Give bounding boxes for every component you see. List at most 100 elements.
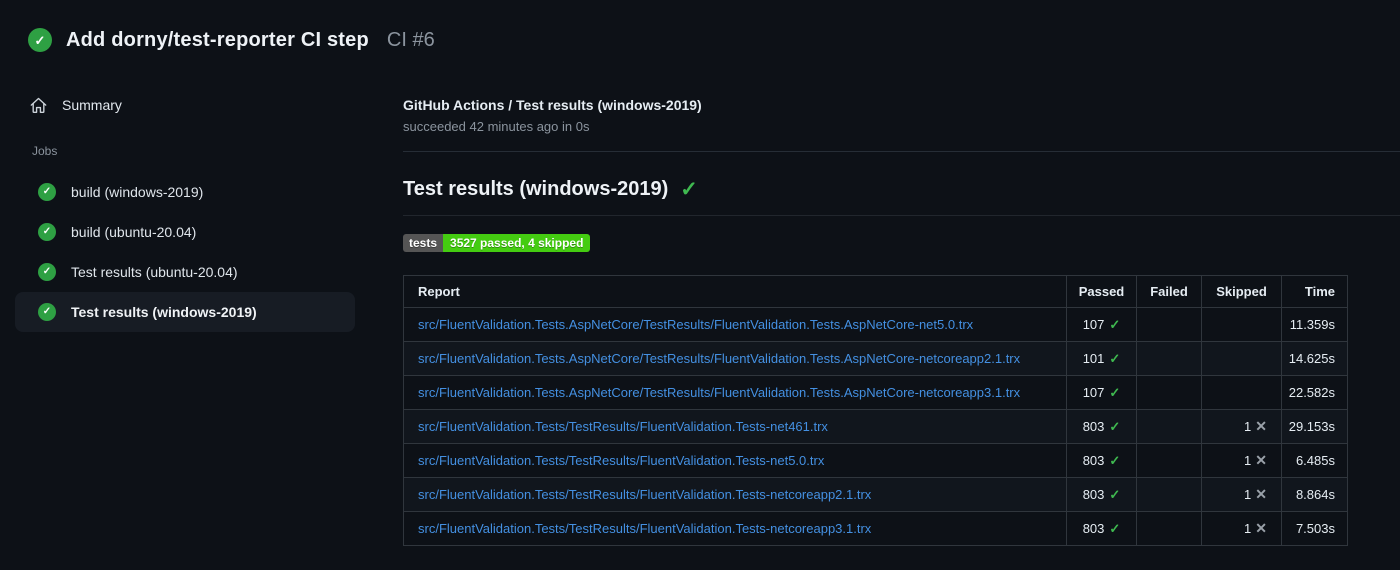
divider — [403, 151, 1400, 152]
check-icon: ✓ — [1109, 418, 1121, 434]
job-status-line: succeeded 42 minutes ago in 0s — [403, 119, 590, 134]
table-row: src/FluentValidation.Tests.AspNetCore/Te… — [403, 307, 1348, 342]
failed-cell: ✕ — [1136, 477, 1202, 512]
skipped-cell: 1 ✕ — [1201, 511, 1282, 546]
table-row: src/FluentValidation.Tests/TestResults/F… — [403, 477, 1348, 512]
run-header: ✓ Add dorny/test-reporter CI step CI #6 — [28, 28, 435, 52]
report-cell: src/FluentValidation.Tests.AspNetCore/Te… — [403, 375, 1067, 410]
skipped-cell: 1 ✕ — [1201, 409, 1282, 444]
table-row: src/FluentValidation.Tests/TestResults/F… — [403, 511, 1348, 546]
failed-cell: ✕ — [1136, 443, 1202, 478]
report-link[interactable]: src/FluentValidation.Tests/TestResults/F… — [418, 487, 871, 502]
report-link[interactable]: src/FluentValidation.Tests.AspNetCore/Te… — [418, 385, 1020, 400]
skipped-cell: 1 ✕ — [1201, 477, 1282, 512]
sidebar: Summary Jobs ✓ build (windows-2019) ✓ bu… — [0, 88, 372, 332]
job-label: Test results (windows-2019) — [71, 304, 257, 320]
time-cell: 7.503s — [1281, 511, 1348, 546]
report-link[interactable]: src/FluentValidation.Tests.AspNetCore/Te… — [418, 351, 1020, 366]
tests-badge-label: tests — [403, 234, 444, 252]
failed-cell: ✕ — [1136, 375, 1202, 410]
report-cell: src/FluentValidation.Tests/TestResults/F… — [403, 443, 1067, 478]
skipped-cell: 1 ✕ — [1201, 443, 1282, 478]
success-check-circle-icon: ✓ — [38, 183, 56, 201]
x-icon: ✕ — [1255, 486, 1267, 502]
table-header-row: Report Passed Failed Skipped Time — [403, 275, 1348, 308]
x-icon: ✕ — [1255, 452, 1267, 468]
success-check-circle-icon: ✓ — [38, 223, 56, 241]
sidebar-item-summary[interactable]: Summary — [30, 88, 350, 122]
check-icon: ✓ — [680, 178, 698, 201]
passed-cell: 803 ✓ — [1066, 409, 1137, 444]
skipped-cell: ✕ — [1201, 307, 1282, 342]
failed-cell: ✕ — [1136, 341, 1202, 376]
check-icon: ✓ — [1109, 520, 1121, 536]
job-label: build (windows-2019) — [71, 184, 204, 200]
job-label: Test results (ubuntu-20.04) — [71, 264, 238, 280]
passed-cell: 803 ✓ — [1066, 443, 1137, 478]
skipped-cell: ✕ — [1201, 341, 1282, 376]
table-row: src/FluentValidation.Tests.AspNetCore/Te… — [403, 341, 1348, 376]
x-icon: ✕ — [1255, 520, 1267, 536]
run-title: Add dorny/test-reporter CI step — [66, 28, 369, 51]
table-row: src/FluentValidation.Tests/TestResults/F… — [403, 409, 1348, 444]
results-table: Report Passed Failed Skipped Time src/Fl… — [403, 275, 1348, 546]
report-link[interactable]: src/FluentValidation.Tests/TestResults/F… — [418, 521, 871, 536]
tests-badge: tests 3527 passed, 4 skipped — [403, 234, 591, 252]
check-icon: ✓ — [1109, 486, 1121, 502]
table-row: src/FluentValidation.Tests.AspNetCore/Te… — [403, 375, 1348, 410]
time-cell: 8.864s — [1281, 477, 1348, 512]
job-breadcrumb: GitHub Actions / Test results (windows-2… — [403, 97, 702, 113]
run-number: CI #6 — [386, 28, 435, 51]
report-cell: src/FluentValidation.Tests.AspNetCore/Te… — [403, 307, 1067, 342]
time-cell: 11.359s — [1281, 307, 1348, 342]
jobs-section-label: Jobs — [32, 144, 58, 158]
home-icon — [30, 97, 47, 114]
jobs-list: ✓ build (windows-2019) ✓ build (ubuntu-2… — [0, 172, 372, 332]
passed-cell: 107 ✓ — [1066, 375, 1137, 410]
passed-cell: 101 ✓ — [1066, 341, 1137, 376]
x-icon: ✕ — [1255, 418, 1267, 434]
failed-cell: ✕ — [1136, 409, 1202, 444]
sidebar-job-item[interactable]: ✓ Test results (windows-2019) — [15, 292, 355, 332]
table-row: src/FluentValidation.Tests/TestResults/F… — [403, 443, 1348, 478]
sidebar-job-item[interactable]: ✓ build (windows-2019) — [15, 172, 355, 212]
report-cell: src/FluentValidation.Tests.AspNetCore/Te… — [403, 341, 1067, 376]
report-cell: src/FluentValidation.Tests/TestResults/F… — [403, 409, 1067, 444]
check-icon: ✓ — [1109, 384, 1121, 400]
results-table-body: src/FluentValidation.Tests.AspNetCore/Te… — [403, 307, 1348, 546]
sidebar-job-item[interactable]: ✓ Test results (ubuntu-20.04) — [15, 252, 355, 292]
report-cell: src/FluentValidation.Tests/TestResults/F… — [403, 477, 1067, 512]
job-label: build (ubuntu-20.04) — [71, 224, 197, 240]
time-cell: 14.625s — [1281, 341, 1348, 376]
report-link[interactable]: src/FluentValidation.Tests.AspNetCore/Te… — [418, 317, 973, 332]
time-cell: 29.153s — [1281, 409, 1348, 444]
section-heading-text: Test results (windows-2019) — [403, 178, 669, 200]
check-icon: ✓ — [1109, 452, 1121, 468]
main-content: GitHub Actions / Test results (windows-2… — [403, 96, 1400, 546]
failed-cell: ✕ — [1136, 307, 1202, 342]
column-header-report: Report — [403, 275, 1067, 308]
success-check-circle-icon: ✓ — [38, 263, 56, 281]
column-header-passed: Passed — [1066, 275, 1137, 308]
check-icon: ✓ — [1109, 316, 1121, 332]
passed-cell: 107 ✓ — [1066, 307, 1137, 342]
tests-badge-value: 3527 passed, 4 skipped — [443, 234, 591, 252]
time-cell: 6.485s — [1281, 443, 1348, 478]
column-header-skipped: Skipped — [1201, 275, 1282, 308]
skipped-cell: ✕ — [1201, 375, 1282, 410]
report-link[interactable]: src/FluentValidation.Tests/TestResults/F… — [418, 453, 824, 468]
summary-label: Summary — [62, 97, 122, 113]
column-header-time: Time — [1281, 275, 1348, 308]
success-check-circle-icon: ✓ — [28, 28, 52, 52]
check-icon: ✓ — [1109, 350, 1121, 366]
failed-cell: ✕ — [1136, 511, 1202, 546]
success-check-circle-icon: ✓ — [38, 303, 56, 321]
sidebar-job-item[interactable]: ✓ build (ubuntu-20.04) — [15, 212, 355, 252]
section-heading: Test results (windows-2019) ✓ — [403, 177, 1400, 216]
column-header-failed: Failed — [1136, 275, 1202, 308]
passed-cell: 803 ✓ — [1066, 511, 1137, 546]
report-cell: src/FluentValidation.Tests/TestResults/F… — [403, 511, 1067, 546]
passed-cell: 803 ✓ — [1066, 477, 1137, 512]
time-cell: 22.582s — [1281, 375, 1348, 410]
report-link[interactable]: src/FluentValidation.Tests/TestResults/F… — [418, 419, 828, 434]
